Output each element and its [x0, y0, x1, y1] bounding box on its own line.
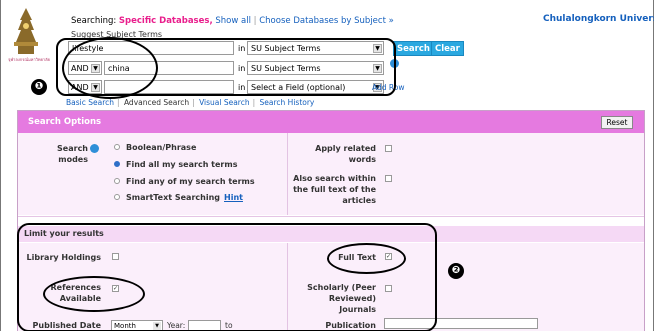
radio-label-find-all: Find all my search terms: [126, 160, 238, 169]
search-options-title: Search Options: [28, 117, 102, 127]
searching-databases: Specific Databases,: [118, 16, 213, 26]
radio-label-find-any: Find any of my search terms: [126, 177, 255, 186]
logo-caption: จุฬาลงกรณ์มหาวิทยาลัย: [8, 57, 50, 62]
options-divider: [287, 133, 288, 215]
searching-line: Searching: Specific Databases, Show all …: [71, 16, 394, 26]
show-all-link[interactable]: Show all: [215, 16, 251, 26]
annotation-oval-full-text: [327, 243, 406, 274]
radio-label-smarttext: SmartText Searching Hint: [126, 193, 243, 202]
full-text-search-label: Also search within the full text of the …: [290, 173, 376, 206]
full-text-search-checkbox[interactable]: [385, 175, 392, 182]
full-text-search-line-2: the full text of the: [293, 185, 376, 194]
annotation-oval-terms: [62, 37, 158, 99]
search-options-header: [18, 111, 644, 133]
tab-advanced-search[interactable]: Advanced Search: [124, 98, 189, 107]
radio-find-any[interactable]: [114, 178, 120, 184]
section-separator: [18, 216, 644, 217]
annotation-badge-2: ❷: [448, 263, 464, 279]
apply-related-label: Apply related words: [315, 144, 376, 164]
search-modes-label: Search modes: [57, 144, 88, 164]
tab-visual-search[interactable]: Visual Search: [199, 98, 250, 107]
annotation-badge-1: ❶: [31, 79, 47, 95]
full-text-search-line-1: Also search within: [293, 174, 376, 183]
help-icon[interactable]: [90, 144, 99, 153]
university-logo: [14, 8, 38, 54]
university-name: Chulalongkorn University: [543, 14, 654, 24]
tab-search-history[interactable]: Search History: [260, 98, 315, 107]
search-button[interactable]: Search: [393, 41, 434, 56]
tab-basic-search[interactable]: Basic Search: [66, 98, 114, 107]
radio-boolean-phrase[interactable]: [114, 144, 120, 150]
full-text-search-line-3: articles: [342, 196, 376, 205]
search-tabs: Basic Search | Advanced Search | Visual Se…: [66, 98, 315, 107]
reset-button[interactable]: Reset: [601, 116, 633, 129]
smarttext-label: SmartText Searching: [126, 193, 220, 202]
hint-link[interactable]: Hint: [224, 193, 243, 202]
choose-by-subject-link[interactable]: Choose Databases by Subject »: [259, 16, 394, 26]
apply-related-checkbox[interactable]: [385, 145, 392, 152]
radio-find-all[interactable]: [114, 161, 120, 167]
annotation-oval-references: [43, 276, 145, 312]
searching-prefix: Searching:: [71, 16, 117, 26]
clear-button[interactable]: Clear: [431, 41, 464, 56]
frame-left-edge: [0, 0, 1, 331]
radio-smarttext[interactable]: [114, 194, 120, 200]
radio-label-boolean-phrase: Boolean/Phrase: [126, 143, 197, 152]
